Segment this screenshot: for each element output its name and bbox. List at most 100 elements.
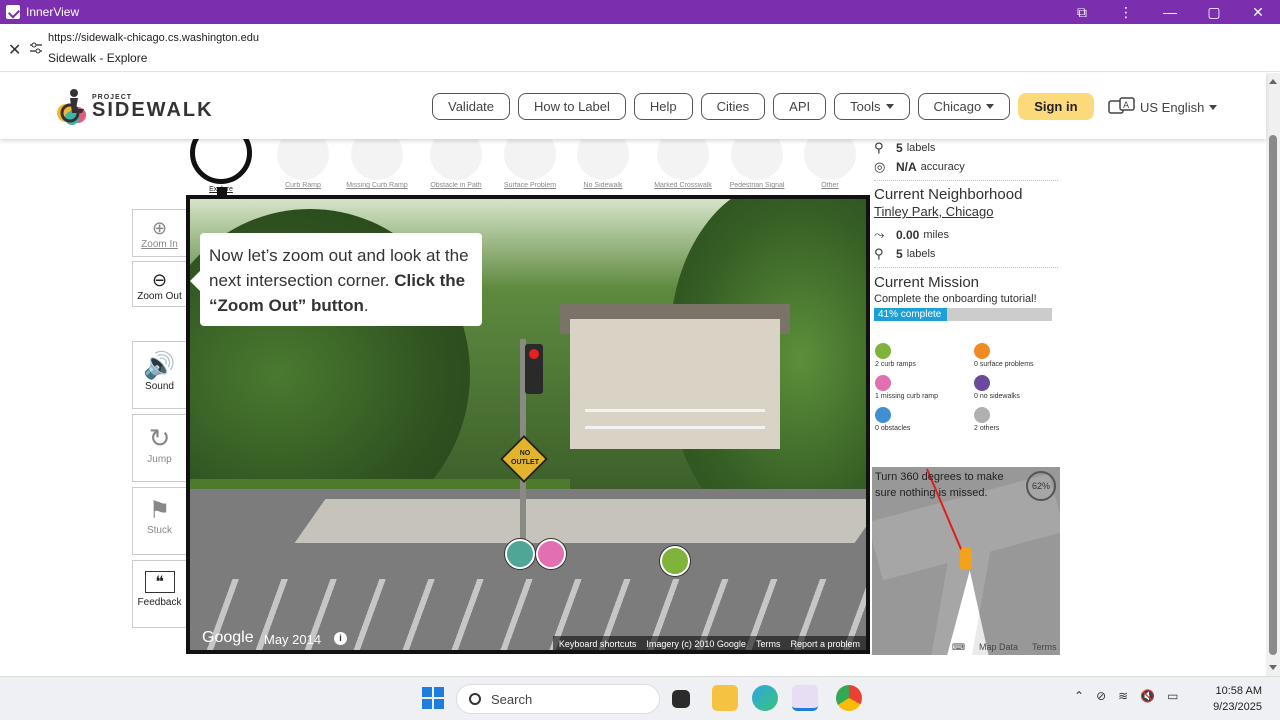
house-porch — [585, 409, 765, 429]
task-view-icon[interactable] — [672, 690, 690, 708]
report-problem-link[interactable]: Report a problem — [790, 639, 860, 649]
target-icon: ◎ — [874, 159, 886, 174]
tool-label: Other — [821, 182, 839, 189]
chevron-down-icon — [1209, 104, 1218, 110]
close-button[interactable]: ✕ — [1236, 0, 1280, 24]
jump-button[interactable]: ↻ Jump — [132, 414, 187, 482]
taskbar: Search ⌃ ⊘ ≋ 🔇 ▭ 10:58 AM 9/23/2025 — [0, 676, 1280, 720]
zoom-out-button[interactable]: ⊖ Zoom Out — [132, 261, 187, 307]
scroll-thumb[interactable] — [1269, 135, 1277, 655]
tool-label: Curb Ramp — [285, 182, 321, 189]
no-sidewalk-icon — [974, 375, 990, 391]
feedback-button[interactable]: ❝ Feedback — [132, 560, 187, 628]
labels-row: ⚲ 5 labels — [874, 140, 1058, 156]
distance-value: 0.00 — [896, 228, 920, 242]
tool-label: Missing Curb Ramp — [346, 182, 408, 189]
clock[interactable]: 10:58 AM 9/23/2025 — [1208, 683, 1262, 715]
edge-icon[interactable] — [752, 685, 778, 711]
tools-dropdown[interactable]: Tools — [834, 93, 910, 120]
url-text[interactable]: https://sidewalk-chicago.cs.washington.e… — [48, 32, 259, 44]
map-pin-icon: ⚲ — [874, 246, 884, 261]
google-logo: Google — [202, 629, 254, 646]
missing-curb-ramp-icon — [875, 375, 891, 391]
labels-word: labels — [906, 142, 936, 154]
mission-description: Complete the onboarding tutorial! — [874, 293, 1037, 305]
labels-count: 5 — [896, 141, 903, 155]
window-title: InnerView — [26, 5, 80, 19]
network-off-icon[interactable]: ⊘ — [1096, 689, 1106, 703]
sign-in-button[interactable]: Sign in — [1018, 93, 1094, 120]
chrome-icon[interactable] — [836, 685, 862, 711]
mini-map[interactable]: Turn 360 degrees to make sure nothing is… — [872, 467, 1060, 655]
innerview-app-icon[interactable] — [792, 685, 818, 711]
language-dropdown[interactable]: A US English — [1108, 97, 1218, 117]
pegman-icon[interactable] — [960, 547, 972, 569]
info-icon[interactable]: i — [334, 632, 347, 645]
volume-muted-icon[interactable]: 🔇 — [1140, 689, 1155, 703]
hood-labels-count: 5 — [896, 247, 903, 261]
wifi-icon[interactable]: ≋ — [1118, 689, 1128, 703]
app-icon — [6, 5, 20, 19]
scroll-down-icon[interactable] — [1269, 665, 1277, 670]
minimize-button[interactable]: — — [1148, 0, 1192, 24]
keyboard-shortcuts-link[interactable]: Keyboard shortcuts — [559, 639, 637, 649]
stat-no-sidewalks: 0 no sidewalks — [974, 375, 1020, 400]
extensions-icon[interactable]: ⧉ — [1060, 0, 1104, 24]
google-logo: Google — [880, 633, 932, 650]
missing-curb-ramp-label-marker[interactable] — [536, 539, 566, 569]
chevron-down-icon — [986, 104, 995, 109]
svg-text:A: A — [1123, 101, 1130, 111]
chevron-down-icon — [885, 104, 894, 109]
battery-icon[interactable]: ▭ — [1167, 689, 1178, 703]
sound-label: Sound — [145, 381, 174, 392]
windows-start-icon[interactable] — [422, 687, 444, 709]
maximize-button[interactable]: ▢ — [1192, 0, 1236, 24]
neighborhood-link[interactable]: Tinley Park, Chicago — [874, 204, 993, 219]
stuck-icon: ⚑ — [148, 497, 171, 524]
page-scrollbar[interactable] — [1266, 73, 1280, 676]
accuracy-value: N/A — [896, 160, 917, 174]
project-sidewalk-logo[interactable]: PROJECT SIDEWALK — [56, 87, 214, 125]
cities-button[interactable]: Cities — [700, 93, 766, 120]
api-button[interactable]: API — [773, 93, 827, 120]
map-pin-icon: ⚲ — [874, 140, 884, 155]
zoom-out-icon: ⊖ — [151, 270, 168, 290]
active-tool-indicator — [217, 187, 227, 195]
distance-unit: miles — [923, 229, 950, 241]
menu-icon[interactable]: ⋮ — [1104, 0, 1148, 24]
speaker-icon: 🔊 — [143, 350, 176, 380]
chevron-up-icon[interactable]: ⌃ — [1074, 689, 1084, 703]
scroll-up-icon[interactable] — [1269, 79, 1277, 84]
help-button[interactable]: Help — [633, 93, 693, 120]
map-footer: ⌨ Map Data Terms — [952, 642, 1057, 653]
map-data-link[interactable]: Map Data — [979, 642, 1018, 653]
accuracy-word: accuracy — [920, 161, 965, 173]
tool-label: No Sidewalk — [583, 182, 623, 189]
map-terms-link[interactable]: Terms — [1032, 642, 1057, 653]
terms-link[interactable]: Terms — [756, 639, 781, 649]
curb-ramp-label-marker[interactable] — [660, 546, 690, 576]
tool-label: Surface Problem — [503, 182, 557, 189]
taskbar-search[interactable]: Search — [456, 684, 660, 714]
page-title: Sidewalk - Explore — [48, 51, 148, 65]
surface-problem-icon — [974, 343, 990, 359]
stat-text: 0 no sidewalks — [974, 393, 1020, 400]
site-settings-icon[interactable] — [30, 42, 42, 54]
zoom-in-button[interactable]: ⊕ Zoom In — [132, 209, 187, 257]
pedestrian-signal-label-marker[interactable] — [505, 539, 535, 569]
close-icon[interactable]: ✕ — [8, 40, 21, 60]
keyboard-icon[interactable]: ⌨ — [952, 642, 965, 653]
validate-button[interactable]: Validate — [432, 93, 511, 120]
window-titlebar: InnerView ⧉ ⋮ — ▢ ✕ — [0, 0, 1280, 24]
file-explorer-icon[interactable] — [712, 685, 738, 711]
city-dropdown[interactable]: Chicago — [917, 93, 1011, 120]
how-to-label-button[interactable]: How to Label — [518, 93, 626, 120]
traffic-signal — [525, 344, 543, 394]
sound-button[interactable]: 🔊 Sound — [132, 341, 187, 409]
obstacle-icon — [875, 407, 891, 423]
zoom-in-label: Zoom In — [141, 239, 178, 250]
mission-heading: Current Mission — [874, 274, 980, 291]
stuck-button[interactable]: ⚑ Stuck — [132, 487, 187, 555]
other-icon — [974, 407, 990, 423]
stuck-label: Stuck — [146, 525, 172, 536]
